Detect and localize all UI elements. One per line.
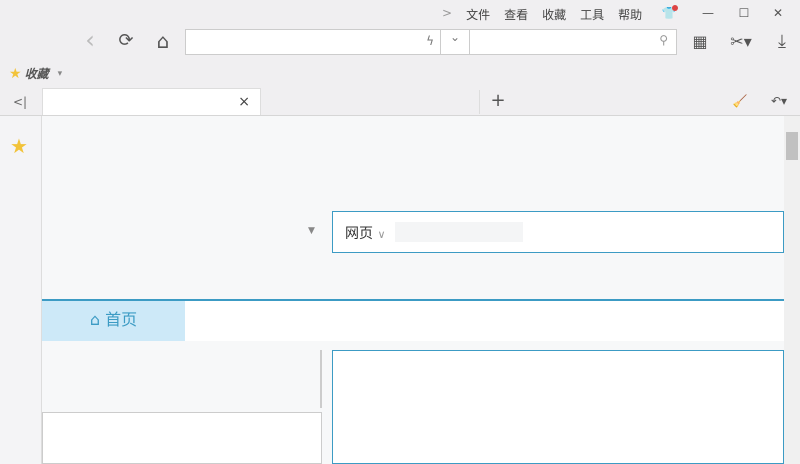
favorites-button[interactable]: ★ 收藏 ▾ — [9, 65, 62, 82]
home-tab-label: 首页 — [105, 310, 138, 329]
clean-icon[interactable]: 🧹 — [730, 91, 750, 111]
home-tab[interactable]: ⌂ 首页 — [42, 301, 185, 341]
search-input[interactable]: ⚲ — [469, 29, 677, 55]
close-window-button[interactable]: ✕ — [768, 3, 788, 23]
reload-button[interactable]: ⟳ — [115, 31, 137, 51]
favorites-star-icon[interactable]: ★ — [10, 134, 41, 158]
page-content: ▼ 网页 ∨ ⌂ 首页 — [42, 116, 784, 464]
left-list-panel — [42, 412, 322, 464]
search-icon[interactable]: ⚲ — [659, 33, 668, 47]
star-add-icon: ★ — [9, 65, 22, 82]
lightning-icon[interactable]: ϟ — [426, 34, 434, 48]
apps-icon[interactable]: ▦ — [690, 32, 710, 52]
minimize-button[interactable]: — — [698, 3, 718, 23]
menu-view[interactable]: 查看 — [504, 6, 528, 23]
tab-close-icon[interactable]: × — [238, 94, 250, 110]
skin-icon[interactable]: 👕 — [660, 3, 678, 23]
menu-tools[interactable]: 工具 — [580, 6, 604, 23]
search-box[interactable]: 网页 ∨ — [332, 211, 784, 253]
search-placeholder — [395, 222, 523, 242]
scrollbar-thumb[interactable] — [786, 132, 798, 160]
address-bar[interactable]: ϟ — [185, 29, 441, 55]
new-tab-button[interactable]: + — [488, 91, 508, 111]
menu-help[interactable]: 帮助 — [618, 6, 642, 23]
back-button[interactable]: ‹ — [80, 28, 100, 52]
home-button[interactable]: ⌂ — [152, 31, 174, 51]
search-type-select[interactable]: 网页 ∨ — [345, 223, 386, 243]
chevron-down-icon: ▾ — [57, 68, 63, 79]
search-type-label: 网页 — [345, 226, 373, 242]
nav-bar: ⌂ 首页 — [42, 299, 784, 341]
tab-divider — [479, 90, 480, 114]
main-panel — [332, 350, 784, 464]
sidebar-toggle[interactable]: <| — [10, 92, 30, 112]
scrollbar[interactable] — [784, 116, 800, 464]
menu-chevron[interactable]: > — [442, 6, 452, 23]
menu-favorites[interactable]: 收藏 — [542, 6, 566, 23]
chevron-down-icon: ∨ — [377, 228, 386, 241]
undo-icon[interactable]: ↶▾ — [764, 91, 794, 111]
favorites-label: 收藏 — [24, 67, 49, 81]
dropdown-arrow-icon[interactable]: ▼ — [308, 226, 315, 236]
left-panel — [42, 350, 322, 408]
scissors-icon[interactable]: ✂▾ — [726, 32, 756, 52]
maximize-button[interactable]: ☐ — [734, 3, 754, 23]
tab-active[interactable]: × — [42, 88, 261, 116]
menu-file[interactable]: 文件 — [466, 6, 490, 23]
sidebar: ★ — [0, 116, 42, 464]
home-icon: ⌂ — [89, 310, 101, 329]
address-dropdown[interactable]: ⌄ — [440, 29, 470, 55]
menu-bar: > 文件 查看 收藏 工具 帮助 — [442, 6, 656, 23]
download-icon[interactable]: ⤓ — [772, 32, 792, 52]
